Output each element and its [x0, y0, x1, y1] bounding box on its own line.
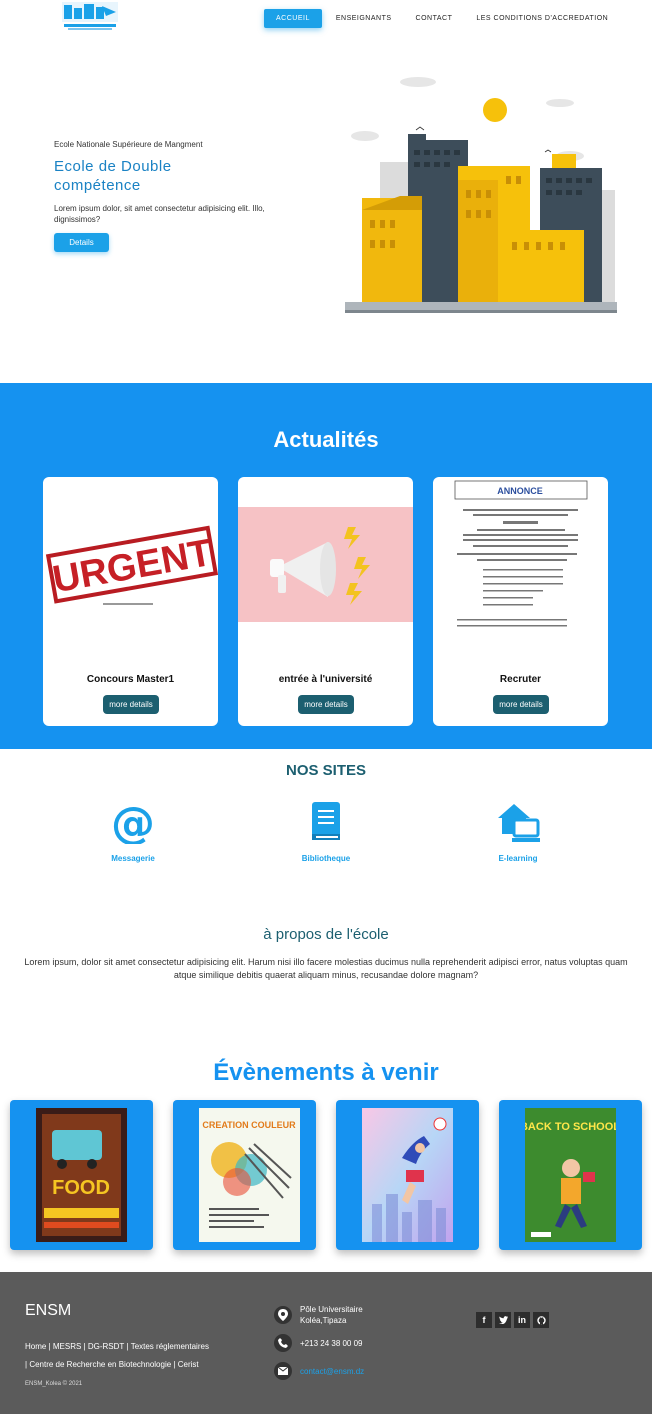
back-to-school-poster: BACK TO SCHOOL: [520, 1108, 620, 1242]
nav-conditions[interactable]: LES CONDITIONS D'ACCREDATION: [464, 9, 620, 28]
nav-contact[interactable]: CONTACT: [404, 9, 465, 28]
event-card[interactable]: FOOD: [10, 1100, 153, 1250]
home-computer-icon: [496, 800, 540, 844]
event-card[interactable]: [336, 1100, 479, 1250]
svg-text:@: @: [111, 800, 155, 844]
food-truck-poster: FOOD: [36, 1108, 127, 1242]
social-links: f in: [476, 1312, 549, 1328]
phone-text: +213 24 38 00 09: [300, 1338, 363, 1348]
actualites-section: Actualités URGENT Concours Master1 more …: [0, 383, 652, 749]
sites-title: NOS SITES: [285, 762, 367, 779]
news-card-title: Concours Master1: [86, 674, 175, 685]
site-label: E-learning: [498, 854, 538, 863]
event-card[interactable]: BACK TO SCHOOL: [499, 1100, 642, 1250]
footer-link-home[interactable]: Home: [25, 1342, 46, 1351]
news-card-title: entrée à l'université: [278, 674, 373, 685]
footer-link-textes[interactable]: Textes réglementaires: [131, 1342, 209, 1351]
site-elearning[interactable]: E-learning: [468, 800, 568, 863]
footer: ENSM Home | MESRS | DG-RSDT | Textes rég…: [0, 1272, 652, 1414]
site-label: Bibliotheque: [301, 854, 351, 863]
poster-text: CREATION COULEUR: [202, 1120, 296, 1130]
phone-icon: [274, 1334, 292, 1352]
site-messagerie[interactable]: @ Messagerie: [83, 798, 183, 863]
annonce-badge-text: ANNONCE: [497, 486, 543, 496]
footer-link-mesrs[interactable]: MESRS: [53, 1342, 81, 1351]
sport-poster: [362, 1108, 453, 1242]
main-nav: ACCUEIL ENSEIGNANTS CONTACT LES CONDITIO…: [264, 9, 620, 28]
footer-link-cerist[interactable]: Cerist: [178, 1360, 199, 1369]
footer-link-biotech[interactable]: Centre de Recherche en Biotechnologie: [29, 1360, 171, 1369]
news-card: URGENT Concours Master1 more details: [43, 477, 219, 726]
announcement-document-image: ANNONCE: [433, 477, 608, 647]
about-title: à propos de l'école: [263, 926, 389, 943]
ensm-logo[interactable]: [62, 2, 118, 32]
actualites-title: Actualités: [273, 427, 379, 452]
footer-email: contact@ensm.dz: [274, 1362, 364, 1380]
more-details-button[interactable]: more details: [298, 695, 354, 714]
hero-text: Lorem ipsum dolor, sit amet consectetur …: [54, 204, 265, 224]
linkedin-icon[interactable]: in: [514, 1312, 530, 1328]
megaphone-image: [238, 507, 413, 622]
footer-address: Pôle Universitaire Koléa,Tipaza: [274, 1304, 370, 1326]
site-bibliotheque[interactable]: Bibliotheque: [276, 800, 376, 863]
facebook-icon[interactable]: f: [476, 1312, 492, 1328]
page: ACCUEIL ENSEIGNANTS CONTACT LES CONDITIO…: [0, 0, 652, 1414]
footer-brand: ENSM: [25, 1302, 72, 1319]
more-details-button[interactable]: more details: [493, 695, 549, 714]
about-text: Lorem ipsum, dolor sit amet consectetur …: [24, 957, 628, 980]
book-icon: [304, 800, 348, 844]
event-card[interactable]: CREATION COULEUR: [173, 1100, 316, 1250]
address-text: Pôle Universitaire Koléa,Tipaza: [300, 1305, 363, 1325]
poster-text: FOOD: [52, 1177, 110, 1199]
twitter-icon[interactable]: [495, 1312, 511, 1328]
more-details-button[interactable]: more details: [103, 695, 159, 714]
news-card: entrée à l'université more details: [238, 477, 413, 726]
footer-copyright: ENSM_Kolea © 2021: [25, 1381, 83, 1387]
footer-link-dgrsdt[interactable]: DG-RSDT: [88, 1342, 124, 1351]
email-link[interactable]: contact@ensm.dz: [300, 1366, 364, 1377]
site-label: Messagerie: [111, 854, 155, 863]
nav-accueil[interactable]: ACCUEIL: [264, 9, 322, 28]
urgent-stamp-image: URGENT: [43, 507, 219, 622]
footer-phone: +213 24 38 00 09: [274, 1334, 363, 1352]
city-buildings-illustration: [340, 70, 620, 320]
github-icon[interactable]: [533, 1312, 549, 1328]
events-title: Évènements à venir: [213, 1059, 439, 1086]
at-sign-icon: @: [111, 798, 155, 849]
details-button[interactable]: Details: [54, 233, 109, 252]
creation-couleur-poster: CREATION COULEUR: [199, 1108, 300, 1242]
news-card: ANNONCE Recruter more details: [433, 477, 608, 726]
hero-subtitle: Ecole Nationale Supérieure de Mangment: [54, 140, 203, 149]
map-pin-icon: [274, 1306, 292, 1324]
nav-enseignants[interactable]: ENSEIGNANTS: [324, 9, 404, 28]
hero-title: Ecole de Double compétence: [54, 158, 172, 194]
news-card-title: Recruter: [499, 674, 542, 685]
envelope-icon: [274, 1362, 292, 1380]
footer-links: Home | MESRS | DG-RSDT | Textes réglemen…: [25, 1338, 245, 1374]
poster-text: BACK TO SCHOOL: [525, 1121, 616, 1133]
